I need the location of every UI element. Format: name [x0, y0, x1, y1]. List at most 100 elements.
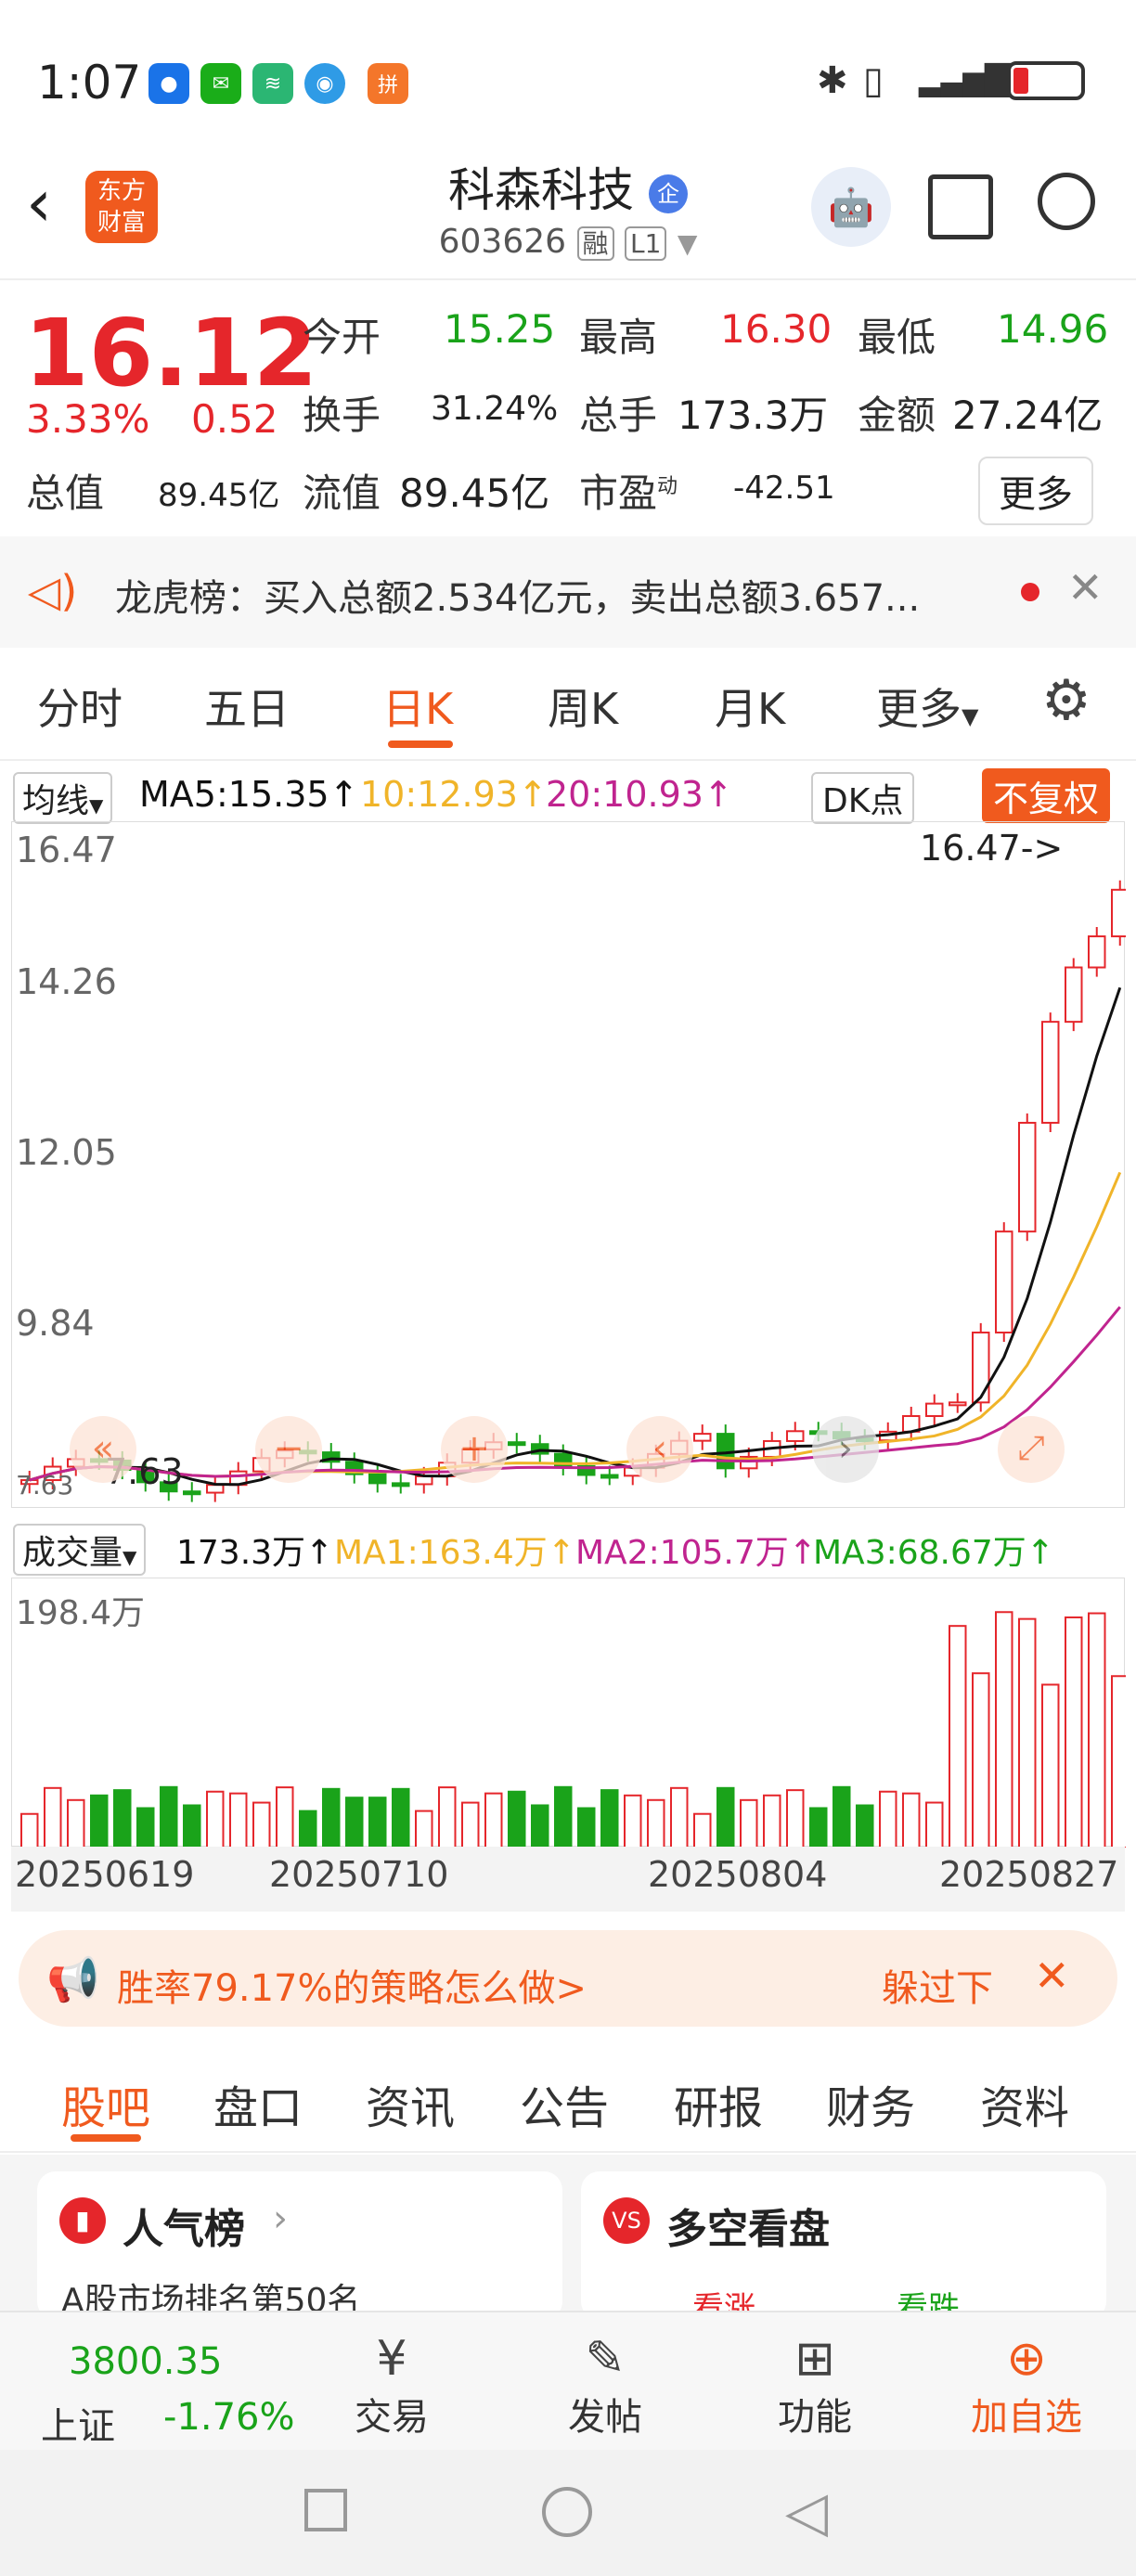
volume-bar [693, 1812, 712, 1848]
more-button[interactable]: 更多 [978, 457, 1093, 525]
banner-dismiss-text[interactable]: 躲过下 [882, 1958, 993, 2012]
volume-bar [1065, 1616, 1083, 1849]
tab-pankou[interactable]: 盘口 [213, 2071, 303, 2136]
turnover-value: 31.24% [431, 390, 559, 428]
strategy-banner[interactable]: 📢 胜率79.17%的策略怎么做> 躲过下 ✕ [19, 1930, 1117, 2027]
volume-bar [554, 1785, 573, 1848]
candle-body [1088, 935, 1106, 969]
close-icon[interactable]: ✕ [1067, 562, 1104, 612]
volume-bar [1041, 1683, 1060, 1848]
volume-bar [229, 1792, 248, 1849]
share-icon[interactable] [928, 174, 993, 239]
pe-label: 市盈动 [579, 470, 678, 516]
search-icon[interactable] [1038, 173, 1095, 230]
prev-icon[interactable]: ‹ [626, 1416, 693, 1483]
volume-bar [1111, 1675, 1130, 1848]
volume-bar [786, 1789, 805, 1848]
zoom-in-icon[interactable]: + [441, 1416, 508, 1483]
indicator-selector[interactable]: 均线▼ [13, 772, 113, 824]
volume-bar [809, 1807, 828, 1849]
quote-panel: 16.12 3.33% 0.52 今开 15.25 最高 16.30 最低 14… [0, 278, 1136, 538]
volume-svg [20, 1611, 1130, 1849]
volume-bar [113, 1789, 132, 1849]
nav-post[interactable]: ✎ 发帖 [512, 2331, 698, 2441]
volume-chart[interactable]: 198.4万 [11, 1578, 1130, 1849]
index-name[interactable]: 上证 [41, 2396, 115, 2450]
recent-apps-button[interactable] [304, 2489, 347, 2531]
settings-gear-icon[interactable]: ⚙ [1041, 668, 1091, 733]
candle-body [972, 1331, 990, 1404]
candle-body [1111, 888, 1130, 938]
fullscreen-icon[interactable]: ⤢ [998, 1416, 1065, 1483]
status-bar: 1:07 ● ✉ ≋ ◉ 拼 ✱ ▯ ▂▃▅▇ [0, 0, 1136, 158]
volume-bar [1088, 1612, 1106, 1848]
k-line-chart[interactable]: 16.47 14.26 12.05 9.84 7.63 16.47-> 7.63… [11, 821, 1130, 1508]
tab-monthly-k[interactable]: 月K [715, 676, 785, 737]
next-icon[interactable]: › [812, 1416, 879, 1483]
volume-bar [716, 1786, 735, 1848]
volume-bar [44, 1786, 62, 1848]
signal-icon: ▂▃▅▇ [919, 59, 1011, 97]
candle-body [1018, 1121, 1037, 1233]
volume-bar [415, 1810, 433, 1848]
tab-more[interactable]: 更多▼ [876, 676, 978, 737]
popularity-card[interactable]: ▮ 人气榜 › A股市场排名第50名 [37, 2171, 562, 2320]
banner-text: 胜率79.17%的策略怎么做> [117, 1967, 587, 2010]
volume-bar [136, 1807, 155, 1848]
tab-guba[interactable]: 股吧 [61, 2071, 150, 2136]
dk-point-selector[interactable]: DK点 [811, 772, 915, 824]
tab-finance[interactable]: 财务 [826, 2071, 915, 2136]
volume-bar [577, 1807, 596, 1849]
nav-function[interactable]: ⊞ 功能 [722, 2331, 908, 2441]
dragon-tiger-bar[interactable]: ◁) 龙虎榜：买入总额2.534亿元，卖出总额3.657... ✕ [0, 536, 1136, 648]
tab-announcements[interactable]: 公告 [520, 2071, 609, 2136]
tab-news[interactable]: 资讯 [366, 2071, 455, 2136]
pe-value: -42.51 [733, 470, 835, 507]
back-button[interactable]: ◁ [785, 2479, 828, 2544]
volume-selector[interactable]: 成交量▼ [13, 1524, 147, 1576]
margin-tag: 融 [576, 226, 614, 261]
volume-bar [252, 1801, 271, 1848]
float-label: 流值 [303, 470, 381, 516]
bull-bear-title: 多空看盘 [666, 2206, 830, 2253]
nav-add-watchlist[interactable]: ⊕ 加自选 [934, 2331, 1119, 2441]
tab-intraday[interactable]: 分时 [37, 676, 123, 737]
tab-profile[interactable]: 资料 [980, 2071, 1069, 2136]
volume-bar [508, 1790, 526, 1848]
candle-body [392, 1482, 410, 1488]
volume-bar [763, 1794, 781, 1848]
date-label-2: 20250710 [269, 1854, 449, 1895]
rewind-icon[interactable]: « [70, 1416, 136, 1483]
volume-bar [322, 1787, 341, 1848]
change-pct: 3.33% [26, 396, 150, 442]
tab-daily-k[interactable]: 日K [382, 676, 453, 737]
zoom-out-icon[interactable]: − [255, 1416, 322, 1483]
ma5-label: MA5:15.35↑ [139, 774, 359, 815]
volume-bar [647, 1798, 665, 1848]
adjust-mode-button[interactable]: 不复权 [982, 768, 1111, 823]
banner-close-icon[interactable]: ✕ [1034, 1951, 1070, 2001]
volume-bar [531, 1804, 549, 1848]
candle-body [1065, 966, 1083, 1024]
nav-trade[interactable]: ¥ 交易 [299, 2331, 484, 2441]
bull-bear-card[interactable]: VS 多空看盘 看涨 看跌 [581, 2171, 1106, 2327]
robot-assistant-icon[interactable]: 🤖 [811, 167, 891, 247]
low-value: 14.96 [997, 306, 1109, 352]
index-change[interactable]: -1.76% [163, 2396, 295, 2439]
stock-code: 603626 [438, 223, 567, 261]
index-value[interactable]: 3800.35 [69, 2340, 222, 2383]
volume-bar [670, 1786, 689, 1849]
candle-body [995, 1230, 1013, 1333]
ma10-label: 10:12.93↑ [360, 774, 548, 815]
vol-ma1-label: MA1:163.4万↑ [334, 1534, 575, 1572]
tab-five-day[interactable]: 五日 [204, 676, 290, 737]
vibrate-icon: ▯ [863, 59, 884, 102]
bluetooth-icon: ✱ [817, 59, 848, 102]
volume-bar [67, 1798, 85, 1848]
tab-research[interactable]: 研报 [674, 2071, 763, 2136]
candle-body [183, 1490, 201, 1496]
high-label: 最高 [579, 315, 658, 360]
feature-tab-indicator [71, 2134, 141, 2142]
tab-weekly-k[interactable]: 周K [548, 676, 618, 737]
home-button[interactable] [542, 2487, 592, 2537]
